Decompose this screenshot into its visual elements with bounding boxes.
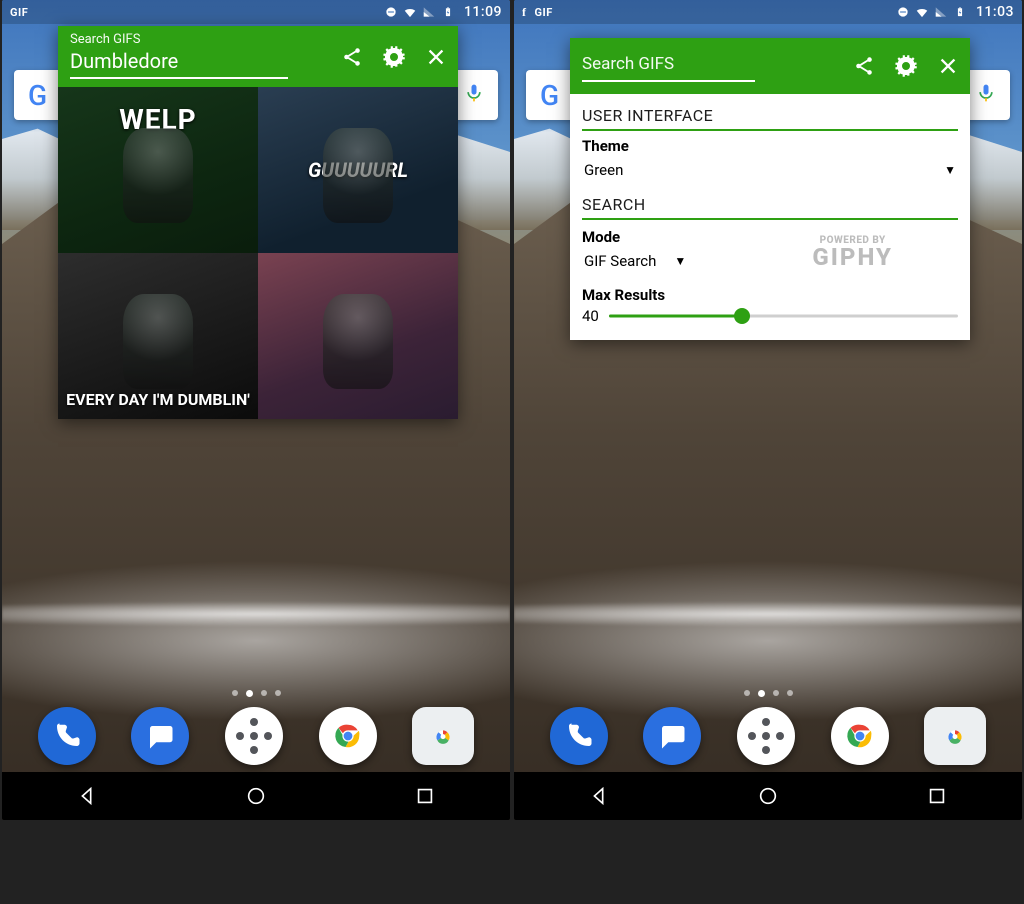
nav-bar — [2, 772, 510, 820]
settings-panel: USER INTERFACE Theme Green ▼ SEARCH Mode… — [570, 94, 970, 340]
status-app-label: GIF — [10, 6, 28, 19]
status-bar: f GIF 11:03 — [514, 0, 1022, 24]
status-app-label: GIF — [535, 6, 553, 19]
app-camera[interactable] — [412, 707, 474, 765]
mic-icon[interactable] — [464, 82, 484, 108]
slider-thumb[interactable] — [734, 308, 750, 324]
gif-result[interactable]: GUUUUURL — [258, 87, 458, 253]
app-chrome[interactable] — [831, 707, 889, 765]
share-icon[interactable] — [852, 54, 876, 78]
homescreen-page-dots — [2, 690, 510, 697]
gif-search-popup: Search GIFS Dumbledore WELP GUUUUURL EVE… — [58, 26, 458, 419]
wifi-icon — [915, 5, 929, 19]
app-camera[interactable] — [924, 707, 986, 765]
battery-charging-icon — [441, 5, 455, 19]
gear-icon[interactable] — [894, 54, 918, 78]
status-clock: 11:09 — [464, 4, 502, 20]
mic-icon[interactable] — [976, 82, 996, 108]
dnd-icon — [896, 5, 910, 19]
section-search-title: SEARCH — [582, 195, 958, 214]
app-drawer-button[interactable] — [225, 707, 283, 765]
status-bar: GIF 11:09 — [2, 0, 510, 24]
giphy-logo-text: GIPHY — [747, 246, 958, 269]
gear-icon[interactable] — [382, 45, 406, 69]
google-logo-icon: G — [28, 79, 47, 112]
section-ui-title: USER INTERFACE — [582, 106, 958, 125]
phone-right: f GIF 11:03 G Search GIFS USER INTERFACE — [514, 0, 1022, 820]
popup-header: Search GIFS — [570, 38, 970, 94]
close-icon[interactable] — [424, 45, 448, 69]
app-phone[interactable] — [550, 707, 608, 765]
gif-result[interactable] — [258, 253, 458, 419]
powered-by-giphy: POWERED BY GIPHY — [747, 235, 958, 269]
phone-left: GIF 11:09 G Search GIFS Dumbledore WELP … — [2, 0, 510, 820]
signal-icon — [422, 5, 436, 19]
share-icon[interactable] — [340, 45, 364, 69]
gif-settings-popup: Search GIFS USER INTERFACE Theme Green ▼… — [570, 38, 970, 340]
nav-bar — [514, 772, 1022, 820]
nav-recent[interactable] — [414, 785, 436, 807]
app-messages[interactable] — [131, 707, 189, 765]
input-underline — [70, 77, 288, 79]
gif-caption: EVERY DAY I'M DUMBLIN' — [66, 390, 250, 409]
close-icon[interactable] — [936, 54, 960, 78]
max-results-slider[interactable] — [609, 306, 958, 326]
max-results-value: 40 — [582, 307, 599, 325]
theme-label: Theme — [582, 137, 958, 155]
app-phone[interactable] — [38, 707, 96, 765]
google-logo-icon: G — [540, 79, 559, 112]
mode-label: Mode — [582, 228, 747, 246]
status-clock: 11:03 — [976, 4, 1014, 20]
gif-result[interactable]: WELP — [58, 87, 258, 253]
section-divider — [582, 218, 958, 220]
status-fb-icon: f — [522, 5, 527, 20]
app-chrome[interactable] — [319, 707, 377, 765]
nav-back[interactable] — [588, 785, 610, 807]
nav-back[interactable] — [76, 785, 98, 807]
gif-results-grid: WELP GUUUUURL EVERY DAY I'M DUMBLIN' — [58, 87, 458, 419]
chevron-down-icon: ▼ — [674, 254, 686, 268]
battery-charging-icon — [953, 5, 967, 19]
max-results-label: Max Results — [582, 286, 958, 304]
wallpaper-river — [2, 590, 510, 638]
mode-value: GIF Search — [584, 252, 656, 270]
wifi-icon — [403, 5, 417, 19]
nav-home[interactable] — [245, 785, 267, 807]
section-divider — [582, 129, 958, 131]
theme-dropdown[interactable]: Green ▼ — [582, 157, 958, 187]
input-underline — [582, 80, 755, 82]
homescreen-page-dots — [514, 690, 1022, 697]
app-drawer-button[interactable] — [737, 707, 795, 765]
dnd-icon — [384, 5, 398, 19]
nav-recent[interactable] — [926, 785, 948, 807]
gif-result[interactable]: EVERY DAY I'M DUMBLIN' — [58, 253, 258, 419]
nav-home[interactable] — [757, 785, 779, 807]
signal-icon — [934, 5, 948, 19]
popup-header: Search GIFS Dumbledore — [58, 26, 458, 87]
dock — [2, 700, 510, 772]
mode-dropdown[interactable]: GIF Search ▼ — [582, 248, 747, 278]
chevron-down-icon: ▼ — [944, 163, 956, 177]
wallpaper-river — [514, 590, 1022, 638]
dock — [514, 700, 1022, 772]
theme-value: Green — [584, 161, 623, 179]
app-messages[interactable] — [643, 707, 701, 765]
